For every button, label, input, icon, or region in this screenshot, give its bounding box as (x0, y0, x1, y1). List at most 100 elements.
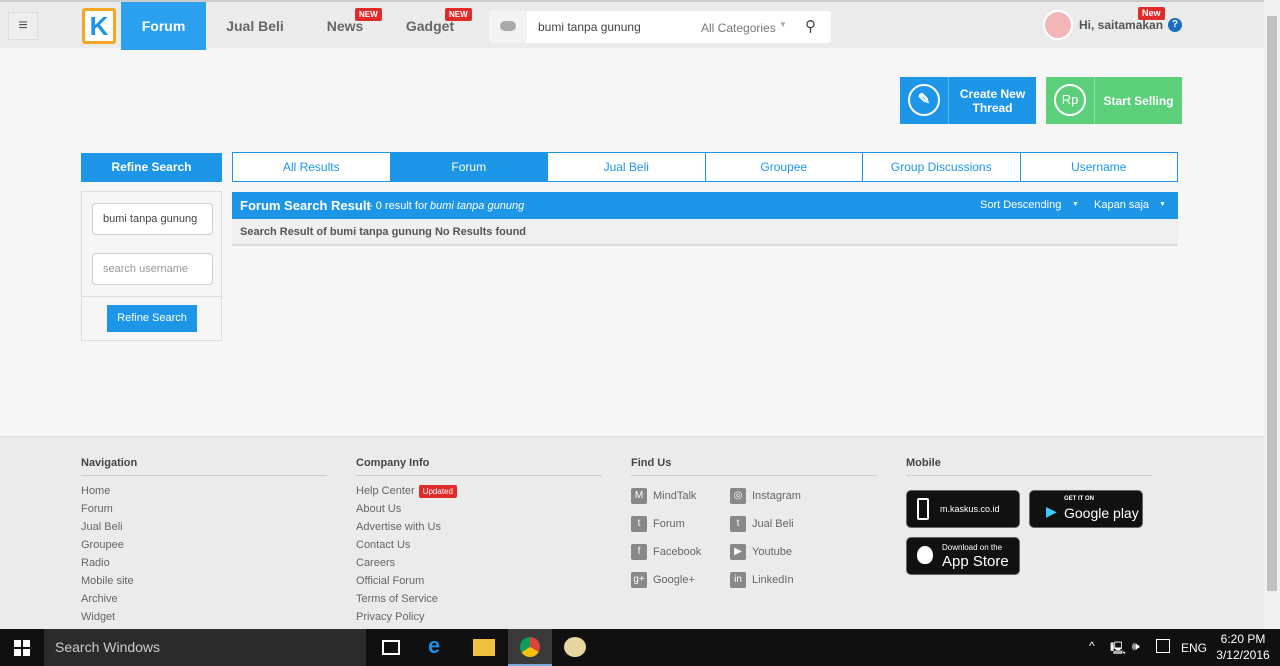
footer-link[interactable]: Widget (81, 608, 327, 626)
googleplus-link[interactable]: g+ Google+ (631, 566, 730, 594)
pencil-icon: ✎ (908, 84, 940, 116)
instagram-link[interactable]: ◎ Instagram (730, 482, 850, 510)
updated-badge: Updated (418, 485, 457, 498)
footer-link[interactable]: Groupee (81, 536, 327, 554)
refine-search-panel: bumi tanpa gunung search username Refine… (81, 191, 222, 341)
youtube-link[interactable]: ▶ Youtube (730, 538, 850, 566)
avatar[interactable] (1043, 10, 1073, 40)
nav-jual-beli[interactable]: Jual Beli (215, 2, 295, 50)
footer-link[interactable]: Home (81, 482, 327, 500)
footer-navigation: Navigation Home Forum Jual Beli Groupee … (81, 457, 327, 626)
sort-dropdown[interactable]: Sort Descending (980, 199, 1061, 211)
footer-link[interactable]: Privacy Policy (356, 608, 602, 626)
app-store-badge[interactable]: Download on the App Store (906, 537, 1020, 575)
search-icon[interactable]: ⚲ (805, 17, 816, 35)
twitter-jualbeli-link[interactable]: t Jual Beli (730, 510, 850, 538)
footer-link[interactable]: Contact Us (356, 536, 602, 554)
nav-forum[interactable]: Forum (121, 2, 206, 50)
result-title: Forum Search Result (240, 198, 371, 213)
chevron-down-icon: ▼ (1159, 201, 1166, 208)
result-query: bumi tanpa gunung (430, 200, 525, 212)
tab-forum[interactable]: Forum (390, 153, 548, 181)
footer-link[interactable]: Radio (81, 554, 327, 572)
google-play-badge[interactable]: ▶ GET IT ON Google play (1029, 490, 1143, 528)
network-icon[interactable]: 🖳 (1110, 639, 1126, 660)
footer-link[interactable]: About Us (356, 500, 602, 518)
result-count: - 0 result for (366, 200, 431, 212)
google-plus-icon: g+ (631, 572, 647, 588)
kaskus-logo[interactable]: K (82, 8, 116, 44)
footer-heading: Navigation (81, 457, 327, 476)
twitter-icon: t (631, 516, 647, 532)
start-selling-button[interactable]: Rp Start Selling (1046, 77, 1182, 124)
footer-link[interactable]: Official Forum (356, 572, 602, 590)
search-input[interactable]: bumi tanpa gunung (538, 20, 641, 34)
new-badge: New (1138, 7, 1165, 20)
phone-icon (917, 498, 929, 520)
linkedin-icon: in (730, 572, 746, 588)
edge-icon[interactable]: e (428, 633, 440, 659)
rupiah-icon: Rp (1054, 84, 1086, 116)
help-icon[interactable]: ? (1168, 18, 1182, 32)
footer-find-us: Find Us M MindTalk ◎ Instagram t Forum t Jua… (631, 457, 877, 594)
taskbar-search[interactable]: Search Windows (44, 629, 366, 666)
facebook-icon: f (631, 544, 647, 560)
scrollbar-thumb[interactable] (1267, 16, 1277, 591)
create-thread-button[interactable]: ✎ Create New Thread (900, 77, 1036, 124)
footer-company: Company Info Help Center Updated About Us… (356, 457, 602, 626)
category-select[interactable]: All Categories (701, 21, 776, 35)
tab-all-results[interactable]: All Results (233, 153, 391, 181)
windows-taskbar: Search Windows e ^ 🖳 🕪 ENG 6:20 PM 3/12/2… (0, 629, 1280, 666)
linkedin-link[interactable]: in LinkedIn (730, 566, 850, 594)
keyword-input[interactable]: bumi tanpa gunung (92, 203, 213, 235)
play-store-icon: ▶ (1046, 503, 1057, 519)
show-hidden-icons[interactable]: ^ (1089, 639, 1095, 653)
footer-link[interactable]: Help Center (356, 485, 415, 497)
chrome-icon (520, 637, 540, 657)
apple-icon (917, 546, 933, 564)
username-input[interactable]: search username (92, 253, 213, 285)
page-scrollbar[interactable] (1264, 0, 1280, 629)
mobile-site-badge[interactable]: m.kaskus.co.id (906, 490, 1020, 528)
time-filter-dropdown[interactable]: Kapan saja (1094, 199, 1149, 211)
refine-search-heading: Refine Search (81, 153, 222, 182)
tab-jual-beli[interactable]: Jual Beli (548, 153, 706, 181)
footer-link[interactable]: Terms of Service (356, 590, 602, 608)
new-badge: NEW (445, 8, 472, 21)
tab-group-discussions[interactable]: Group Discussions (863, 153, 1021, 181)
chevron-down-icon: ▼ (779, 20, 787, 29)
footer-link[interactable]: Careers (356, 554, 602, 572)
footer-link[interactable]: Forum (81, 500, 327, 518)
twitter-forum-link[interactable]: t Forum (631, 510, 730, 538)
mindtalk-icon: M (631, 488, 647, 504)
language-indicator[interactable]: ENG (1181, 641, 1207, 655)
chrome-taskbar-item[interactable] (508, 629, 552, 666)
hamburger-menu-icon[interactable]: ≡ (8, 12, 38, 40)
instagram-icon: ◎ (730, 488, 746, 504)
footer-heading: Company Info (356, 457, 602, 476)
youtube-icon: ▶ (730, 544, 746, 560)
footer-link[interactable]: Mobile site (81, 572, 327, 590)
facebook-link[interactable]: f Facebook (631, 538, 730, 566)
result-header: Forum Search Result - 0 result for bumi … (232, 192, 1178, 219)
clock[interactable]: 6:20 PM 3/12/2016 (1213, 632, 1273, 662)
footer-link[interactable]: Jual Beli (81, 518, 327, 536)
volume-icon[interactable]: 🕪 (1132, 639, 1140, 654)
paint-icon[interactable] (564, 637, 586, 657)
search-bar: bumi tanpa gunung All Categories ▼ ⚲ (489, 11, 831, 43)
mindtalk-link[interactable]: M MindTalk (631, 482, 730, 510)
footer-link[interactable]: Advertise with Us (356, 518, 602, 536)
tab-groupee[interactable]: Groupee (706, 153, 863, 181)
chat-bubble-icon[interactable] (489, 11, 527, 43)
chevron-down-icon: ▼ (1072, 201, 1079, 208)
result-tabs: All Results Forum Jual Beli Groupee Grou… (232, 152, 1178, 182)
file-explorer-icon[interactable] (473, 639, 495, 656)
refine-search-button[interactable]: Refine Search (107, 305, 197, 332)
windows-start-icon[interactable] (14, 640, 30, 656)
user-greeting[interactable]: Hi, saitamakan (1079, 18, 1163, 32)
tab-username[interactable]: Username (1021, 153, 1178, 181)
top-navbar: ≡ K Forum Jual Beli News NEW Gadget NEW … (0, 0, 1264, 50)
task-view-icon[interactable] (382, 640, 400, 655)
footer-link[interactable]: Archive (81, 590, 327, 608)
notification-icon[interactable] (1156, 639, 1170, 653)
